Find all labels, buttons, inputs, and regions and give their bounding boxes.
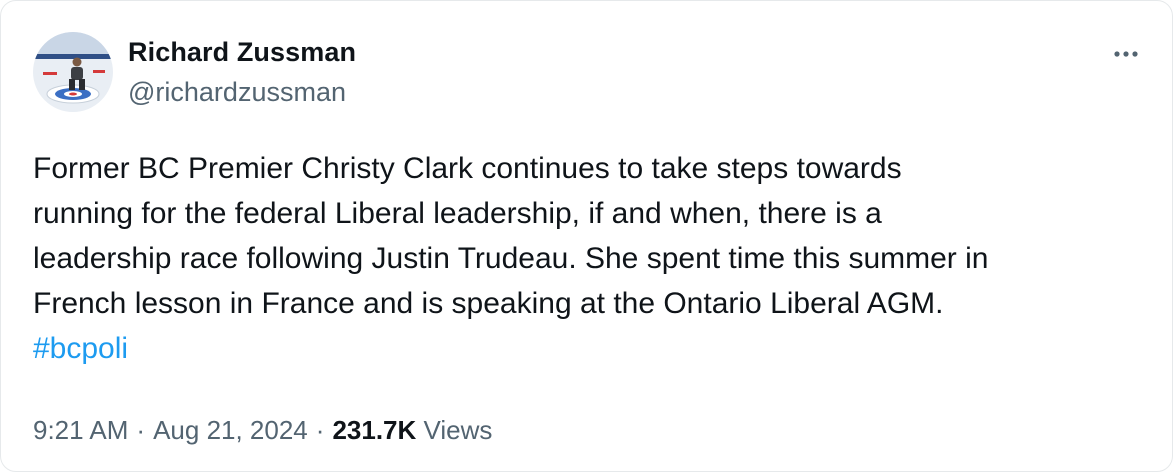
separator: · (136, 415, 146, 445)
more-button[interactable] (1106, 39, 1146, 69)
tweet-meta: 9:21 AM · Aug 21, 2024 · 231.7K Views (33, 415, 492, 446)
views-label[interactable]: Views (424, 415, 493, 446)
hashtag-link[interactable]: #bcpoli (33, 332, 128, 365)
tweet-text: Former BC Premier Christy Clark continue… (33, 152, 989, 320)
views-count[interactable]: 231.7K (332, 415, 416, 446)
tweet-body: Former BC Premier Christy Clark continue… (33, 146, 1144, 371)
tweet-card: Richard Zussman @richardzussman Former B… (0, 0, 1173, 472)
author-name[interactable]: Richard Zussman (128, 37, 356, 68)
avatar[interactable] (33, 32, 113, 112)
tweet-date[interactable]: Aug 21, 2024 (153, 415, 308, 446)
separator: · (315, 415, 325, 445)
avatar-photo (33, 32, 113, 112)
tweet-time[interactable]: 9:21 AM (33, 415, 128, 446)
more-icon (1114, 51, 1138, 57)
author-handle[interactable]: @richardzussman (128, 77, 346, 108)
